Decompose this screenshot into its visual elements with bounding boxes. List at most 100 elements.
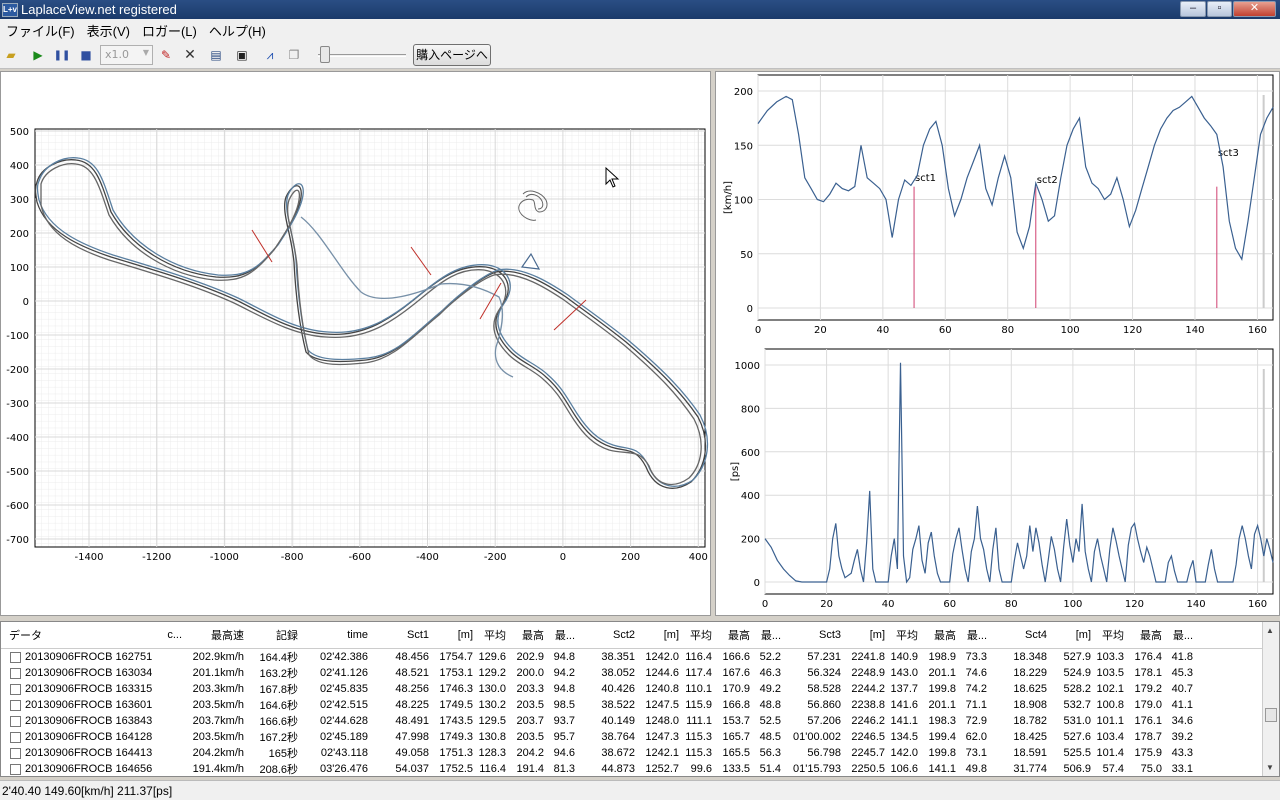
- map-x-tick-label: -1400: [74, 552, 103, 563]
- minimize-button[interactable]: –: [1180, 1, 1206, 17]
- column-header[interactable]: 平均: [1094, 627, 1127, 643]
- column-header[interactable]: [m]: [432, 629, 476, 641]
- window-title: LaplaceView.net registered: [21, 2, 177, 17]
- pause-icon[interactable]: ❚❚: [53, 46, 71, 64]
- table-cell: 03'26.476: [320, 763, 368, 775]
- table-cell: 94.8: [553, 683, 575, 695]
- column-header[interactable]: 最高: [509, 627, 547, 643]
- table-scrollbar[interactable]: ▲ ▼: [1262, 622, 1279, 776]
- table-row[interactable]: 20130906FROCB 162751 202.9km/h 164.4秒 02'42…: [1, 649, 1279, 665]
- column-header[interactable]: [m]: [638, 629, 682, 641]
- row-checkbox[interactable]: [10, 747, 21, 759]
- menu-view[interactable]: 表示(V): [81, 21, 136, 40]
- table-cell: 93.7: [553, 715, 575, 727]
- scrollbar-thumb[interactable]: [1265, 708, 1277, 722]
- pen-icon[interactable]: ✎: [157, 46, 175, 64]
- open-folder-icon[interactable]: ▰: [2, 46, 20, 64]
- track-map-panel[interactable]: 500 400 300 200 100 0 -100 -200 -300 -400 -500 -600…: [0, 71, 711, 616]
- column-header[interactable]: 最高速: [185, 627, 247, 643]
- map-y-tick-label: -400: [6, 433, 29, 444]
- column-header[interactable]: c...: [161, 629, 185, 641]
- column-header[interactable]: 最高: [921, 627, 959, 643]
- table-cell: 48.491: [395, 715, 429, 727]
- maximize-button[interactable]: ▫: [1207, 1, 1232, 17]
- map-y-tick-label: -600: [6, 501, 29, 512]
- scroll-up-icon[interactable]: ▲: [1266, 626, 1274, 635]
- column-header[interactable]: Sct1: [371, 629, 432, 641]
- slider-thumb[interactable]: [320, 46, 330, 63]
- copy-icon[interactable]: ❐: [285, 46, 303, 64]
- table-cell: 531.0: [1063, 715, 1091, 727]
- table-cell: 57.206: [807, 715, 841, 727]
- column-header[interactable]: 記録: [247, 627, 301, 643]
- column-header[interactable]: 平均: [682, 627, 715, 643]
- column-header[interactable]: 最...: [1165, 627, 1196, 643]
- ps-chart-y-tick-label: 400: [741, 491, 760, 502]
- column-header[interactable]: Sct4: [990, 629, 1050, 641]
- table-cell: 1754.7: [439, 651, 473, 663]
- row-checkbox[interactable]: [10, 763, 21, 775]
- sector-icon[interactable]: ▣: [233, 46, 251, 64]
- table-cell: 2250.5: [851, 763, 885, 775]
- menu-help[interactable]: ヘルプ(H): [203, 21, 272, 40]
- table-cell: 201.1: [928, 667, 956, 679]
- export-icon[interactable]: ▤: [207, 46, 225, 64]
- table-cell: 203.5km/h: [192, 731, 244, 743]
- scroll-down-icon[interactable]: ▼: [1266, 763, 1274, 772]
- table-cell: 111.1: [686, 715, 712, 727]
- column-header[interactable]: 最高: [715, 627, 753, 643]
- column-header[interactable]: データ: [1, 627, 161, 643]
- row-checkbox[interactable]: [10, 651, 21, 663]
- close-button[interactable]: ✕: [1233, 1, 1276, 17]
- column-header[interactable]: 平均: [476, 627, 509, 643]
- column-header[interactable]: Sct2: [578, 629, 638, 641]
- table-row[interactable]: 20130906FROCB 163315 203.3km/h 167.8秒 02'45…: [1, 681, 1279, 697]
- table-row[interactable]: 20130906FROCB 164413 204.2km/h 165秒 02'43.1…: [1, 745, 1279, 761]
- column-header[interactable]: 最...: [753, 627, 784, 643]
- table-cell: 179.0: [1134, 699, 1162, 711]
- table-cell: 2246.2: [851, 715, 885, 727]
- column-header[interactable]: Sct3: [784, 629, 844, 641]
- table-row[interactable]: 20130906FROCB 163034 201.1km/h 163.2秒 02'41…: [1, 665, 1279, 681]
- column-header[interactable]: 最...: [959, 627, 990, 643]
- buy-page-button[interactable]: 購入ページへ: [413, 44, 491, 66]
- play-icon[interactable]: ▶: [29, 46, 47, 64]
- column-header[interactable]: time: [301, 629, 371, 641]
- table-row[interactable]: 20130906FROCB 163843 203.7km/h 166.6秒 02'44…: [1, 713, 1279, 729]
- menu-logger[interactable]: ロガー(L): [136, 21, 203, 40]
- row-checkbox[interactable]: [10, 699, 21, 711]
- map-x-tick-label: 200: [621, 552, 640, 563]
- app-icon: L+v: [2, 2, 18, 17]
- table-cell: 41.8: [1171, 651, 1193, 663]
- table-row[interactable]: 20130906FROCB 163601 203.5km/h 164.6秒 02'42…: [1, 697, 1279, 713]
- playback-speed-select[interactable]: x1.0 ▼: [100, 45, 153, 65]
- row-checkbox[interactable]: [10, 667, 21, 679]
- column-header[interactable]: 平均: [888, 627, 921, 643]
- column-header[interactable]: [m]: [844, 629, 888, 641]
- stop-icon[interactable]: ■: [77, 46, 95, 64]
- map-y-tick-label: -700: [6, 535, 29, 546]
- column-header[interactable]: 最高: [1127, 627, 1165, 643]
- table-row[interactable]: 20130906FROCB 164128 203.5km/h 167.2秒 02'45…: [1, 729, 1279, 745]
- table-cell: 43.3: [1171, 747, 1193, 759]
- row-checkbox[interactable]: [10, 715, 21, 727]
- graph-icon[interactable]: ⩘: [261, 46, 279, 64]
- table-cell: 166.6秒: [259, 716, 298, 728]
- speed-chart-x-tick-label: 80: [1001, 325, 1014, 336]
- delete-icon[interactable]: ✕: [181, 46, 199, 64]
- table-cell: 167.6: [722, 667, 750, 679]
- row-checkbox[interactable]: [10, 683, 21, 695]
- column-header[interactable]: [m]: [1050, 629, 1094, 641]
- table-cell: 128.3: [478, 747, 506, 759]
- playback-slider[interactable]: [318, 46, 406, 64]
- table-cell: 02'43.118: [320, 747, 368, 759]
- table-cell: 1242.1: [645, 747, 679, 759]
- table-cell: 02'44.628: [320, 715, 368, 727]
- menu-file[interactable]: ファイル(F): [0, 21, 81, 40]
- column-header[interactable]: 最...: [547, 627, 578, 643]
- sector-marker-label: sct1: [915, 173, 936, 184]
- row-checkbox[interactable]: [10, 731, 21, 743]
- speed-and-power-charts: 0 20 40 60 80 100 120 140 160200150100500[km/h]s…: [723, 74, 1274, 610]
- table-cell: 20130906FROCB 163034: [25, 667, 153, 679]
- table-row[interactable]: 20130906FROCB 164656 191.4km/h 208.6秒 03'26…: [1, 761, 1279, 777]
